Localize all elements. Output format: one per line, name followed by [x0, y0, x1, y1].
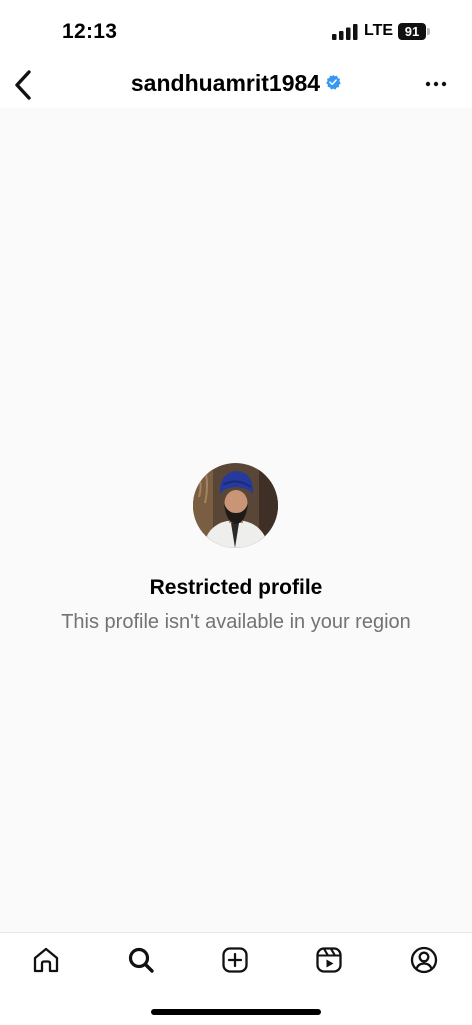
profile-avatar: [193, 463, 278, 548]
profile-title: sandhuamrit1984: [0, 70, 472, 97]
tab-create[interactable]: [220, 945, 250, 975]
tab-profile[interactable]: [409, 945, 439, 975]
profile-icon: [410, 946, 438, 974]
status-time: 12:13: [62, 20, 118, 43]
network-type: LTE: [364, 22, 394, 39]
tab-reels[interactable]: [314, 945, 344, 975]
more-options-button[interactable]: [422, 72, 450, 96]
signal-strength-icon: [332, 24, 358, 40]
more-horizontal-icon: [425, 81, 447, 87]
restricted-profile-content: Restricted profile This profile isn't av…: [0, 108, 472, 932]
reels-icon: [316, 947, 342, 973]
search-icon: [128, 947, 154, 973]
battery-level: 91: [404, 24, 420, 39]
tab-home[interactable]: [31, 945, 61, 975]
status-bar: 12:13 LTE 91: [0, 0, 472, 60]
restricted-message: This profile isn't available in your reg…: [61, 611, 411, 633]
verified-badge-icon: [326, 74, 341, 90]
create-post-icon: [222, 947, 248, 973]
restricted-title: Restricted profile: [149, 576, 323, 599]
profile-username: sandhuamrit1984: [130, 70, 321, 96]
profile-header: sandhuamrit1984: [0, 60, 472, 108]
home-indicator[interactable]: [151, 1009, 321, 1015]
home-icon: [33, 947, 59, 973]
profile-photo: [193, 463, 278, 548]
battery-icon: 91: [398, 23, 430, 40]
tab-search[interactable]: [126, 945, 156, 975]
